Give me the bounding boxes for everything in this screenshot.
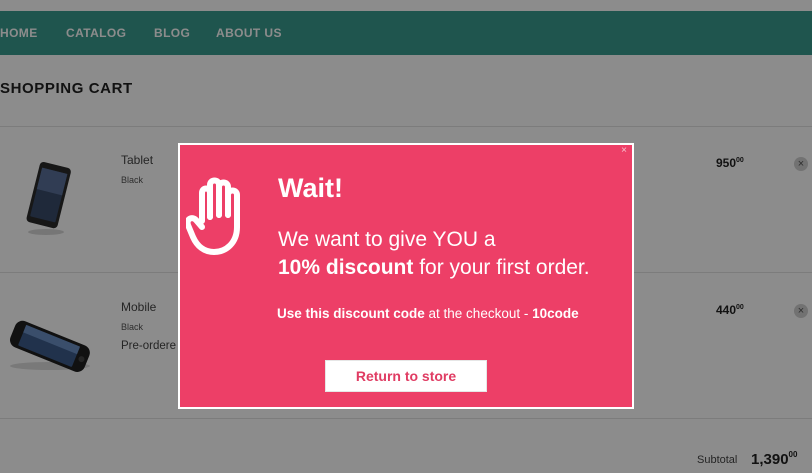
- close-icon[interactable]: ×: [619, 146, 629, 156]
- popup-title: Wait!: [278, 173, 343, 203]
- discount-code: 10code: [532, 306, 579, 321]
- discount-popup: × Wait! We want to give YOU a 10% discou…: [178, 143, 634, 409]
- popup-message-line2: 10% discount for your first order.: [278, 256, 590, 279]
- return-to-store-button[interactable]: Return to store: [325, 360, 487, 392]
- popup-message-line1: We want to give YOU a: [278, 228, 496, 251]
- discount-code-text: Use this discount code at the checkout -…: [277, 306, 579, 321]
- hand-icon: [186, 177, 240, 255]
- discount-amount: 10% discount: [278, 256, 414, 279]
